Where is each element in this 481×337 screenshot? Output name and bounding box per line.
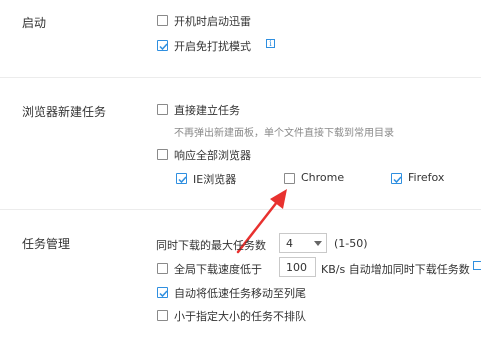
- speed-limit-checkbox[interactable]: [157, 263, 168, 274]
- speed-value-input[interactable]: 100: [279, 257, 316, 277]
- speed-limit-label: 全局下载速度低于: [174, 263, 262, 276]
- max-tasks-value: 4: [286, 237, 293, 250]
- info-icon[interactable]: [473, 261, 481, 270]
- speed-suffix-label: KB/s 自动增加同时下载任务数: [321, 263, 470, 276]
- no-queue-small-label: 小于指定大小的任务不排队: [174, 310, 306, 323]
- max-tasks-label: 同时下载的最大任务数: [156, 239, 266, 252]
- move-slow-tasks-checkbox[interactable]: [157, 287, 168, 298]
- move-slow-tasks-label: 自动将低速任务移动至列尾: [174, 287, 306, 300]
- max-tasks-select[interactable]: 4: [279, 233, 327, 253]
- section-title-task-management: 任务管理: [22, 237, 71, 251]
- max-tasks-range: (1-50): [334, 237, 368, 250]
- no-queue-small-checkbox[interactable]: [157, 310, 168, 321]
- chevron-down-icon: [314, 241, 322, 246]
